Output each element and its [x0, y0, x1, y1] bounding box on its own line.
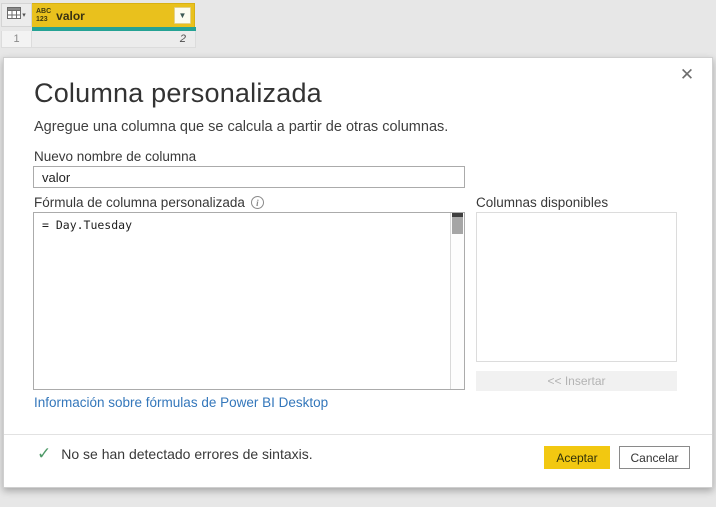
filter-caret-icon: ▼	[178, 11, 187, 20]
corner-caret-icon: ▾	[22, 11, 26, 19]
query-preview-table: ▾ ABC 123 valor ▼ 1 2	[1, 3, 196, 48]
type-icon-123: 123	[36, 15, 48, 23]
formula-editor[interactable]: = Day.Tuesday	[33, 212, 465, 390]
row-value-cell[interactable]: 2	[32, 31, 196, 48]
cancel-button[interactable]: Cancelar	[619, 446, 690, 469]
insert-button[interactable]: << Insertar	[476, 371, 677, 391]
checkmark-icon: ✓	[37, 444, 52, 463]
new-column-name-label: Nuevo nombre de columna	[34, 149, 197, 164]
formula-label-text: Fórmula de columna personalizada	[34, 195, 245, 210]
available-columns-label: Columnas disponibles	[476, 195, 609, 210]
formula-help-link[interactable]: Información sobre fórmulas de Power BI D…	[34, 395, 328, 410]
table-grid-icon	[7, 6, 22, 24]
formula-scrollbar[interactable]	[450, 213, 464, 389]
dialog-subtitle: Agregue una columna que se calcula a par…	[34, 119, 449, 135]
type-icon-abc: ABC	[36, 8, 52, 16]
row-number-cell[interactable]: 1	[1, 31, 32, 48]
syntax-status-text: No se han detectado errores de sintaxis.	[61, 445, 313, 462]
accept-button[interactable]: Aceptar	[544, 446, 610, 469]
scrollbar-thumb[interactable]	[452, 213, 463, 234]
syntax-status: ✓ No se han detectado errores de sintaxi…	[37, 445, 313, 462]
table-select-all-button[interactable]: ▾	[1, 3, 32, 27]
custom-column-dialog: ✕ Columna personalizada Agregue una colu…	[3, 57, 713, 488]
table-row: 1 2	[1, 31, 196, 48]
column-filter-button[interactable]: ▼	[174, 7, 191, 24]
close-icon[interactable]: ✕	[676, 64, 698, 86]
available-columns-list[interactable]	[476, 212, 677, 362]
formula-label: Fórmula de columna personalizada i	[34, 195, 264, 210]
footer-divider	[4, 434, 712, 435]
info-icon[interactable]: i	[250, 196, 264, 209]
column-header-valor[interactable]: ABC 123 valor ▼	[32, 3, 195, 27]
column-name: valor	[56, 8, 85, 23]
formula-text[interactable]: = Day.Tuesday	[42, 218, 446, 232]
new-column-name-input[interactable]	[33, 166, 465, 188]
dialog-title: Columna personalizada	[34, 78, 322, 108]
data-type-any-icon[interactable]: ABC 123	[36, 8, 51, 23]
